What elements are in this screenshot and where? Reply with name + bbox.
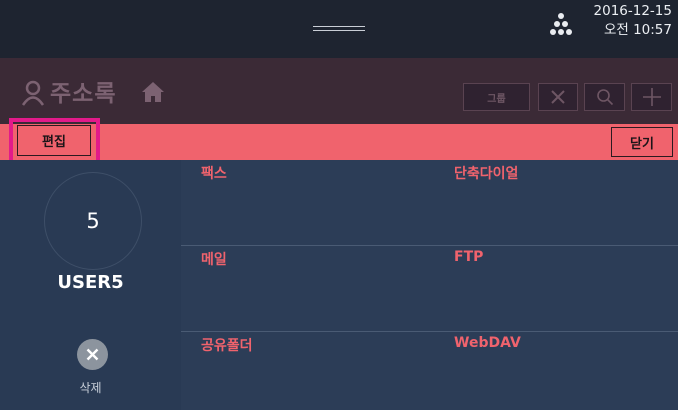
row-divider xyxy=(181,331,678,332)
edit-button[interactable]: 편집 xyxy=(17,125,91,156)
user-name: USER5 xyxy=(57,272,124,293)
person-icon xyxy=(21,80,45,106)
status-date: 2016-12-15 xyxy=(593,3,672,19)
user-number-badge: 5 xyxy=(44,172,142,270)
home-icon[interactable] xyxy=(141,81,165,103)
group-button[interactable]: 그룹 xyxy=(463,83,530,111)
add-button[interactable] xyxy=(631,83,672,111)
destination-speed-dial[interactable]: 단축다이얼 xyxy=(454,163,518,183)
user-number: 5 xyxy=(86,209,100,233)
close-x-button[interactable] xyxy=(538,83,578,111)
delete-x-icon xyxy=(86,348,99,361)
destination-ftp[interactable]: FTP xyxy=(454,249,483,265)
close-button[interactable]: 닫기 xyxy=(611,127,673,157)
network-dots-icon xyxy=(550,13,572,43)
search-button[interactable] xyxy=(584,83,625,111)
plus-icon xyxy=(642,88,661,106)
destination-email[interactable]: 메일 xyxy=(201,249,227,269)
x-icon xyxy=(551,90,565,104)
destination-panel xyxy=(181,160,678,410)
row-divider xyxy=(181,245,678,246)
destination-fax[interactable]: 팩스 xyxy=(201,163,227,183)
x-circle-icon[interactable] xyxy=(77,339,108,370)
clock: 2016-12-15 오전 10:57 xyxy=(594,2,672,40)
edit-bar xyxy=(0,124,678,160)
delete-label: 삭제 xyxy=(79,381,102,395)
destination-webdav[interactable]: WebDAV xyxy=(454,335,521,351)
drag-handle[interactable] xyxy=(313,26,365,32)
page-title: 주소록 xyxy=(50,81,117,107)
status-time: 오전 10:57 xyxy=(603,22,672,38)
destination-shared-folder[interactable]: 공유폴더 xyxy=(201,335,253,355)
search-icon xyxy=(596,89,613,106)
